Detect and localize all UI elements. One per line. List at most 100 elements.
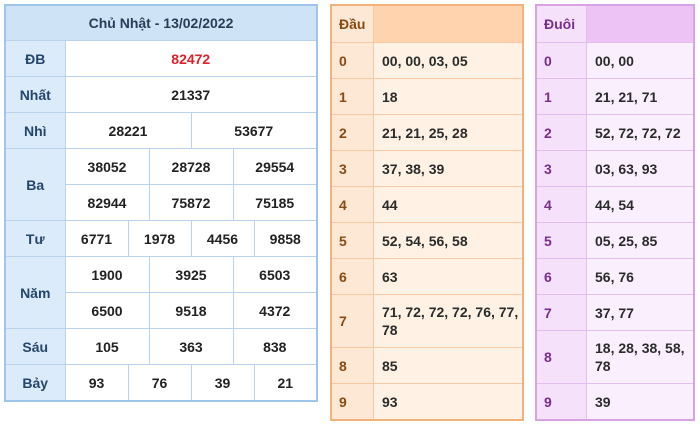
prize-number: 9858: [253, 220, 318, 257]
head-key: 8: [330, 347, 374, 384]
tail-row: 5 05, 25, 85: [535, 222, 695, 259]
tail-row: 3 03, 63, 93: [535, 150, 695, 187]
prize-number: 28728: [148, 148, 234, 185]
prize-number: 838: [232, 328, 318, 365]
prize-number: 93: [64, 364, 129, 402]
special-prize-number: 82472: [64, 40, 318, 77]
head-row: 5 52, 54, 56, 58: [330, 222, 524, 259]
prize-number: 6771: [64, 220, 129, 257]
head-key: 9: [330, 383, 374, 421]
results-title: Chủ Nhật - 13/02/2022: [4, 4, 318, 41]
head-key: 3: [330, 150, 374, 187]
tail-key: 4: [535, 186, 587, 223]
prize-row-sau: Sáu 105 363 838: [4, 328, 318, 365]
tail-row: 7 37, 77: [535, 294, 695, 331]
prize-row-ba: Ba 38052 28728 29554: [4, 148, 318, 221]
prize-number: 1900: [64, 256, 150, 293]
head-values: 18: [373, 78, 524, 115]
tail-values: 37, 77: [586, 294, 695, 331]
tail-row: 8 18, 28, 38, 58, 78: [535, 330, 695, 384]
head-values: 71, 72, 72, 72, 76, 77, 78: [373, 294, 524, 348]
head-values: 85: [373, 347, 524, 384]
tail-key: 0: [535, 42, 587, 79]
prize-label-sau: Sáu: [4, 328, 66, 365]
head-values: 44: [373, 186, 524, 223]
head-key: 4: [330, 186, 374, 223]
tail-values: 00, 00: [586, 42, 695, 79]
prize-number: 1978: [127, 220, 192, 257]
prize-label-nhat: Nhất: [4, 76, 66, 113]
head-values: 21, 21, 25, 28: [373, 114, 524, 151]
tail-row: 1 21, 21, 71: [535, 78, 695, 115]
prize-number: 9518: [148, 292, 234, 329]
tail-key: 5: [535, 222, 587, 259]
prize-number: 82944: [64, 184, 150, 221]
prize-row-tu: Tư 6771 1978 4456 9858: [4, 220, 318, 257]
prize-number: 53677: [190, 112, 318, 149]
tail-digit-table: Đuôi 0 00, 00 1 21, 21, 71 2 52, 72, 72, 72…: [535, 4, 695, 421]
tail-key: 8: [535, 330, 587, 384]
head-row: 6 63: [330, 258, 524, 295]
lottery-results-table: Chủ Nhật - 13/02/2022 ĐB 82472 Nhất 2133…: [4, 4, 318, 402]
prize-number: 29554: [232, 148, 318, 185]
head-values: 37, 38, 39: [373, 150, 524, 187]
head-row: 9 93: [330, 383, 524, 421]
prize-label-nhi: Nhì: [4, 112, 66, 149]
prize-label-bay: Bảy: [4, 364, 66, 402]
tail-row: 6 56, 76: [535, 258, 695, 295]
tail-values: 52, 72, 72, 72: [586, 114, 695, 151]
head-digit-table: Đầu 0 00, 00, 03, 05 1 18 2 21, 21, 25, 28 …: [330, 4, 524, 421]
prize-number: 21: [253, 364, 318, 402]
tail-header-blank: [586, 4, 695, 43]
prize-row-nam: Năm 1900 3925 6503: [4, 256, 318, 329]
tail-key: 3: [535, 150, 587, 187]
tail-key: 2: [535, 114, 587, 151]
prize-number: 38052: [64, 148, 150, 185]
prize-number: 4372: [232, 292, 318, 329]
prize-number: 6503: [232, 256, 318, 293]
prize-label-tu: Tư: [4, 220, 66, 257]
tail-key: 7: [535, 294, 587, 331]
tail-values: 44, 54: [586, 186, 695, 223]
prize-number: 4456: [190, 220, 255, 257]
prize-number: 21337: [64, 76, 318, 113]
tail-row: 9 39: [535, 383, 695, 421]
head-values: 52, 54, 56, 58: [373, 222, 524, 259]
prize-number: 6500: [64, 292, 150, 329]
head-values: 93: [373, 383, 524, 421]
tail-row: 0 00, 00: [535, 42, 695, 79]
head-row: 0 00, 00, 03, 05: [330, 42, 524, 79]
tail-key: 1: [535, 78, 587, 115]
prize-number: 28221: [64, 112, 192, 149]
tail-values: 03, 63, 93: [586, 150, 695, 187]
prize-row-db: ĐB 82472: [4, 40, 318, 77]
tail-values: 18, 28, 38, 58, 78: [586, 330, 695, 384]
tail-row: 2 52, 72, 72, 72: [535, 114, 695, 151]
prize-number: 105: [64, 328, 150, 365]
head-row: 1 18: [330, 78, 524, 115]
prize-label-nam: Năm: [4, 256, 66, 329]
head-values: 00, 00, 03, 05: [373, 42, 524, 79]
prize-label-db: ĐB: [4, 40, 66, 77]
tail-values: 21, 21, 71: [586, 78, 695, 115]
tail-key: 9: [535, 383, 587, 421]
head-row: 8 85: [330, 347, 524, 384]
prize-number: 3925: [148, 256, 234, 293]
head-key: 5: [330, 222, 374, 259]
head-key: 7: [330, 294, 374, 348]
tail-values: 56, 76: [586, 258, 695, 295]
prize-number: 75185: [232, 184, 318, 221]
head-row: 2 21, 21, 25, 28: [330, 114, 524, 151]
prize-number: 76: [127, 364, 192, 402]
head-key: 0: [330, 42, 374, 79]
tail-key: 6: [535, 258, 587, 295]
tail-header-label: Đuôi: [535, 4, 587, 43]
head-key: 1: [330, 78, 374, 115]
head-key: 2: [330, 114, 374, 151]
tail-values: 39: [586, 383, 695, 421]
prize-number: 39: [190, 364, 255, 402]
prize-number: 75872: [148, 184, 234, 221]
head-values: 63: [373, 258, 524, 295]
tail-row: 4 44, 54: [535, 186, 695, 223]
tail-values: 05, 25, 85: [586, 222, 695, 259]
